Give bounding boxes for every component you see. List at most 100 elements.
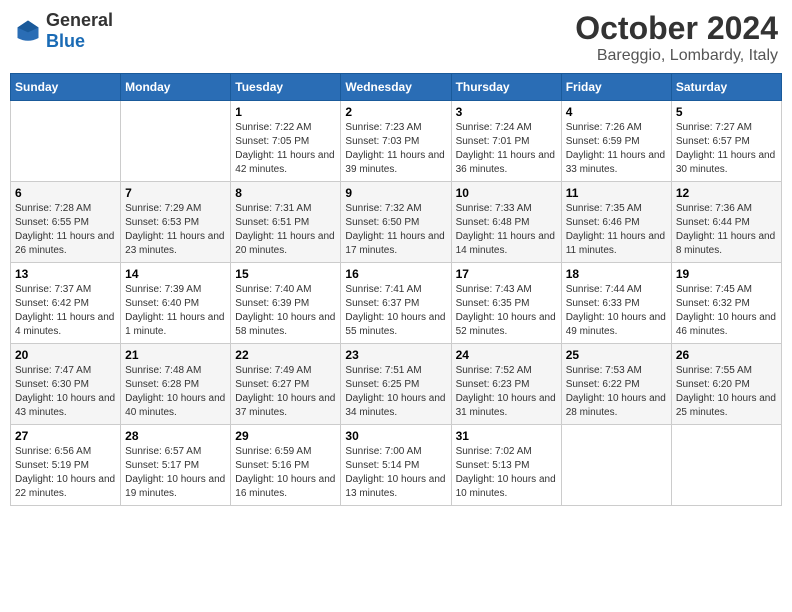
day-info: Sunrise: 7:48 AMSunset: 6:28 PMDaylight:…	[125, 364, 226, 420]
day-info: Sunrise: 7:41 AMSunset: 6:37 PMDaylight:…	[345, 283, 446, 339]
day-number: 27	[15, 429, 116, 443]
day-info: Sunrise: 7:02 AMSunset: 5:13 PMDaylight:…	[456, 445, 557, 501]
day-number: 3	[456, 105, 557, 119]
calendar-cell: 18 Sunrise: 7:44 AMSunset: 6:33 PMDayligh…	[561, 263, 671, 344]
calendar-cell: 9Sunrise: 7:32 AMSunset: 6:50 PMDaylight…	[341, 182, 451, 263]
calendar-cell: 30 Sunrise: 7:00 AMSunset: 5:14 PMDayligh…	[341, 425, 451, 506]
day-info: Sunrise: 7:31 AMSunset: 6:51 PMDaylight:…	[235, 202, 336, 258]
calendar-cell: 12 Sunrise: 7:36 AMSunset: 6:44 PMDayligh…	[671, 182, 781, 263]
day-info: Sunrise: 7:27 AMSunset: 6:57 PMDaylight:…	[676, 121, 777, 177]
day-number: 11	[566, 186, 667, 200]
calendar-cell: 25 Sunrise: 7:53 AMSunset: 6:22 PMDayligh…	[561, 344, 671, 425]
day-of-week-header: Saturday	[671, 74, 781, 101]
day-number: 8	[235, 186, 336, 200]
day-info: Sunrise: 7:36 AMSunset: 6:44 PMDaylight:…	[676, 202, 777, 258]
calendar-cell: 23 Sunrise: 7:51 AMSunset: 6:25 PMDayligh…	[341, 344, 451, 425]
day-number: 16	[345, 267, 446, 281]
day-of-week-header: Thursday	[451, 74, 561, 101]
calendar-table: SundayMondayTuesdayWednesdayThursdayFrid…	[10, 73, 782, 506]
day-number: 1	[235, 105, 336, 119]
day-number: 7	[125, 186, 226, 200]
day-info: Sunrise: 7:45 AMSunset: 6:32 PMDaylight:…	[676, 283, 777, 339]
calendar-cell: 31 Sunrise: 7:02 AMSunset: 5:13 PMDayligh…	[451, 425, 561, 506]
day-info: Sunrise: 7:39 AMSunset: 6:40 PMDaylight:…	[125, 283, 226, 339]
calendar-cell: 29Sunrise: 6:59 AMSunset: 5:16 PMDayligh…	[231, 425, 341, 506]
calendar-week-row: 6 Sunrise: 7:28 AMSunset: 6:55 PMDaylight…	[11, 182, 782, 263]
calendar-week-row: 1 Sunrise: 7:22 AMSunset: 7:05 PMDaylight…	[11, 101, 782, 182]
day-number: 24	[456, 348, 557, 362]
calendar-cell: 8 Sunrise: 7:31 AMSunset: 6:51 PMDaylight…	[231, 182, 341, 263]
day-number: 9	[345, 186, 446, 200]
calendar-week-row: 13Sunrise: 7:37 AMSunset: 6:42 PMDayligh…	[11, 263, 782, 344]
logo-text: General Blue	[46, 10, 113, 52]
day-of-week-header: Friday	[561, 74, 671, 101]
day-info: Sunrise: 6:57 AMSunset: 5:17 PMDaylight:…	[125, 445, 226, 501]
calendar-cell: 1 Sunrise: 7:22 AMSunset: 7:05 PMDaylight…	[231, 101, 341, 182]
day-number: 14	[125, 267, 226, 281]
day-of-week-header: Sunday	[11, 74, 121, 101]
calendar-cell: 22 Sunrise: 7:49 AMSunset: 6:27 PMDayligh…	[231, 344, 341, 425]
day-of-week-header: Wednesday	[341, 74, 451, 101]
calendar-cell: 15 Sunrise: 7:40 AMSunset: 6:39 PMDayligh…	[231, 263, 341, 344]
day-info: Sunrise: 7:29 AMSunset: 6:53 PMDaylight:…	[125, 202, 226, 258]
calendar-cell: 5 Sunrise: 7:27 AMSunset: 6:57 PMDaylight…	[671, 101, 781, 182]
calendar-cell: 27 Sunrise: 6:56 AMSunset: 5:19 PMDayligh…	[11, 425, 121, 506]
day-info: Sunrise: 7:51 AMSunset: 6:25 PMDaylight:…	[345, 364, 446, 420]
calendar-cell	[561, 425, 671, 506]
calendar-cell: 24 Sunrise: 7:52 AMSunset: 6:23 PMDayligh…	[451, 344, 561, 425]
day-number: 10	[456, 186, 557, 200]
day-of-week-header: Tuesday	[231, 74, 341, 101]
day-info: Sunrise: 7:40 AMSunset: 6:39 PMDaylight:…	[235, 283, 336, 339]
day-info: Sunrise: 7:33 AMSunset: 6:48 PMDaylight:…	[456, 202, 557, 258]
day-info: Sunrise: 7:52 AMSunset: 6:23 PMDaylight:…	[456, 364, 557, 420]
day-number: 31	[456, 429, 557, 443]
day-number: 25	[566, 348, 667, 362]
logo: General Blue	[14, 10, 113, 52]
location-title: Bareggio, Lombardy, Italy	[575, 47, 778, 65]
day-number: 6	[15, 186, 116, 200]
day-info: Sunrise: 7:28 AMSunset: 6:55 PMDaylight:…	[15, 202, 116, 258]
calendar-cell: 13Sunrise: 7:37 AMSunset: 6:42 PMDayligh…	[11, 263, 121, 344]
day-number: 5	[676, 105, 777, 119]
calendar-cell: 11Sunrise: 7:35 AMSunset: 6:46 PMDayligh…	[561, 182, 671, 263]
logo-general: General	[46, 10, 113, 30]
calendar-cell: 3Sunrise: 7:24 AMSunset: 7:01 PMDaylight…	[451, 101, 561, 182]
calendar-cell: 28Sunrise: 6:57 AMSunset: 5:17 PMDayligh…	[121, 425, 231, 506]
day-number: 12	[676, 186, 777, 200]
day-info: Sunrise: 7:23 AMSunset: 7:03 PMDaylight:…	[345, 121, 446, 177]
day-info: Sunrise: 7:53 AMSunset: 6:22 PMDaylight:…	[566, 364, 667, 420]
day-number: 18	[566, 267, 667, 281]
calendar-cell	[671, 425, 781, 506]
calendar-cell: 26 Sunrise: 7:55 AMSunset: 6:20 PMDayligh…	[671, 344, 781, 425]
day-info: Sunrise: 7:55 AMSunset: 6:20 PMDaylight:…	[676, 364, 777, 420]
calendar-cell: 21 Sunrise: 7:48 AMSunset: 6:28 PMDayligh…	[121, 344, 231, 425]
calendar-header-row: SundayMondayTuesdayWednesdayThursdayFrid…	[11, 74, 782, 101]
day-info: Sunrise: 7:26 AMSunset: 6:59 PMDaylight:…	[566, 121, 667, 177]
day-info: Sunrise: 7:43 AMSunset: 6:35 PMDaylight:…	[456, 283, 557, 339]
calendar-cell: 4Sunrise: 7:26 AMSunset: 6:59 PMDaylight…	[561, 101, 671, 182]
day-info: Sunrise: 7:47 AMSunset: 6:30 PMDaylight:…	[15, 364, 116, 420]
calendar-cell	[121, 101, 231, 182]
day-number: 21	[125, 348, 226, 362]
day-number: 20	[15, 348, 116, 362]
day-number: 30	[345, 429, 446, 443]
calendar-cell: 14 Sunrise: 7:39 AMSunset: 6:40 PMDayligh…	[121, 263, 231, 344]
calendar-cell: 19 Sunrise: 7:45 AMSunset: 6:32 PMDayligh…	[671, 263, 781, 344]
day-info: Sunrise: 7:44 AMSunset: 6:33 PMDaylight:…	[566, 283, 667, 339]
day-info: Sunrise: 7:49 AMSunset: 6:27 PMDaylight:…	[235, 364, 336, 420]
day-number: 15	[235, 267, 336, 281]
day-number: 22	[235, 348, 336, 362]
day-info: Sunrise: 7:00 AMSunset: 5:14 PMDaylight:…	[345, 445, 446, 501]
day-number: 2	[345, 105, 446, 119]
calendar-cell: 7 Sunrise: 7:29 AMSunset: 6:53 PMDaylight…	[121, 182, 231, 263]
page-header: General Blue October 2024 Bareggio, Lomb…	[10, 10, 782, 65]
month-title: October 2024	[575, 10, 778, 47]
day-number: 26	[676, 348, 777, 362]
day-number: 29	[235, 429, 336, 443]
day-number: 23	[345, 348, 446, 362]
day-info: Sunrise: 6:56 AMSunset: 5:19 PMDaylight:…	[15, 445, 116, 501]
day-number: 19	[676, 267, 777, 281]
day-info: Sunrise: 7:22 AMSunset: 7:05 PMDaylight:…	[235, 121, 336, 177]
day-of-week-header: Monday	[121, 74, 231, 101]
calendar-cell: 6 Sunrise: 7:28 AMSunset: 6:55 PMDaylight…	[11, 182, 121, 263]
